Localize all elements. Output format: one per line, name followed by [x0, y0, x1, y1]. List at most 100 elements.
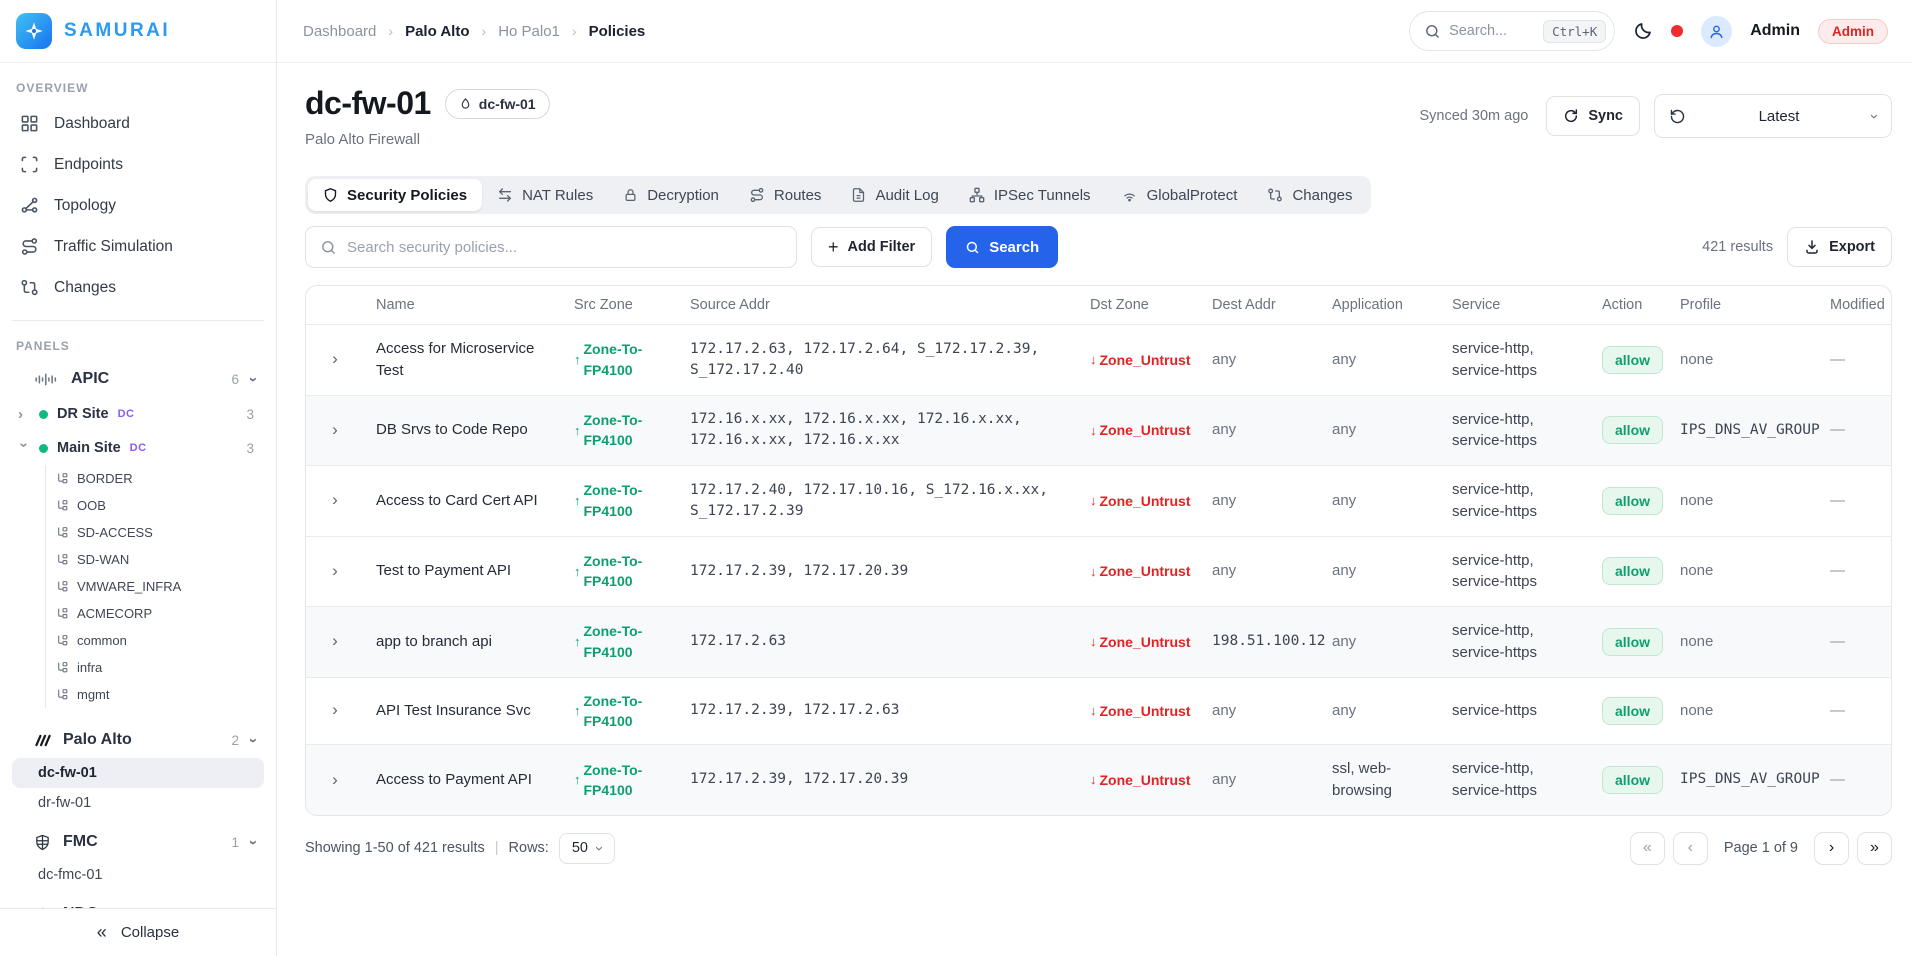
tab-nat-rules[interactable]: NAT Rules: [482, 179, 608, 211]
global-search[interactable]: Ctrl+K: [1409, 11, 1615, 51]
tab-security-policies[interactable]: Security Policies: [308, 179, 482, 211]
status-indicator-dot[interactable]: [1671, 25, 1683, 37]
policy-row: › DB Srvs to Code Repo ↑Zone-To-FP4100 1…: [306, 395, 1891, 466]
palo-alto-icon: [34, 733, 51, 748]
site-row-dr-site[interactable]: › DR Site DC 3: [12, 397, 264, 431]
dark-mode-toggle[interactable]: [1633, 21, 1653, 41]
first-page-button[interactable]: «: [1630, 832, 1665, 865]
last-page-button[interactable]: »: [1857, 832, 1892, 865]
tab-bar: Security Policies NAT Rules Decryption R…: [305, 176, 1371, 214]
tab-audit-log[interactable]: Audit Log: [836, 179, 953, 211]
breadcrumb-item[interactable]: Dashboard: [303, 23, 376, 40]
sidebar-collapse-button[interactable]: « Collapse: [0, 908, 276, 956]
tree-item-border[interactable]: BORDER: [56, 465, 264, 492]
sidebar-item-label: Traffic Simulation: [54, 238, 173, 256]
arrow-down-icon: ↓: [1090, 494, 1097, 507]
row-expand-icon[interactable]: ›: [332, 561, 338, 580]
row-expand-icon[interactable]: ›: [332, 631, 338, 650]
policies-table: Name Src Zone Source Addr Dst Zone Dest …: [305, 285, 1892, 816]
search-icon: [965, 240, 980, 255]
panel-ndo[interactable]: NDO 1 ›: [12, 896, 264, 908]
col-source-addr: Source Addr: [678, 286, 1078, 324]
site-row-main-site[interactable]: › Main Site DC 3: [12, 431, 264, 465]
service: service-http, service-https: [1440, 396, 1590, 466]
tree-item-sd-access[interactable]: SD-ACCESS: [56, 519, 264, 546]
brand-name: SAMURAI: [64, 20, 170, 42]
tab-globalprotect[interactable]: GlobalProtect: [1106, 179, 1253, 211]
sidebar-item-changes[interactable]: Changes: [12, 267, 264, 308]
git-compare-icon: [1267, 187, 1283, 203]
breadcrumb-item[interactable]: Palo Alto: [405, 23, 469, 40]
action-badge: allow: [1602, 416, 1663, 444]
policy-search-input[interactable]: [347, 239, 782, 256]
sidebar-item-label: Endpoints: [54, 156, 123, 174]
chevron-right-icon[interactable]: ›: [18, 407, 30, 422]
tree-item-oob[interactable]: OOB: [56, 492, 264, 519]
tree-item-label: infra: [77, 660, 102, 675]
panel-palo-alto[interactable]: Palo Alto 2 ›: [12, 722, 264, 758]
flame-icon: [459, 97, 472, 111]
rows-label: Rows:: [509, 840, 549, 856]
action-badge: allow: [1602, 557, 1663, 585]
tree-item-mgmt[interactable]: mgmt: [56, 681, 264, 708]
tree-item-label: mgmt: [77, 687, 110, 702]
tab-changes[interactable]: Changes: [1252, 179, 1367, 211]
row-expand-icon[interactable]: ›: [332, 770, 338, 789]
policy-search[interactable]: [305, 226, 797, 268]
policy-name: DB Srvs to Code Repo: [364, 406, 562, 454]
tree-item-acmecorp[interactable]: ACMECORP: [56, 600, 264, 627]
tab-routes[interactable]: Routes: [734, 179, 837, 211]
device-item-dc-fw-01[interactable]: dc-fw-01: [12, 758, 264, 788]
sidebar-item-dashboard[interactable]: Dashboard: [12, 103, 264, 144]
role-badge: Admin: [1818, 19, 1888, 44]
chevron-down-icon[interactable]: ›: [246, 738, 261, 743]
tree-item-label: SD-WAN: [77, 552, 129, 567]
next-page-button[interactable]: ›: [1814, 832, 1849, 865]
tree-item-label: common: [77, 633, 127, 648]
brand-logo[interactable]: [16, 13, 52, 49]
tree-item-vmware-infra[interactable]: VMWARE_INFRA: [56, 573, 264, 600]
pagination: « ‹ Page 1 of 9 › »: [1630, 832, 1892, 865]
prev-page-button[interactable]: ‹: [1673, 832, 1708, 865]
sidebar-item-topology[interactable]: Topology: [12, 185, 264, 226]
device-item-dr-fw-01[interactable]: dr-fw-01: [12, 788, 264, 818]
panel-fmc[interactable]: FMC 1 ›: [12, 824, 264, 860]
sidebar-item-endpoints[interactable]: Endpoints: [12, 144, 264, 185]
search-button[interactable]: Search: [946, 226, 1058, 268]
tree-item-common[interactable]: common: [56, 627, 264, 654]
version-select[interactable]: Latest ›: [1654, 94, 1892, 138]
global-search-input[interactable]: [1449, 23, 1535, 39]
tree-item-sd-wan[interactable]: SD-WAN: [56, 546, 264, 573]
row-expand-icon[interactable]: ›: [332, 700, 338, 719]
profile: IPS_DNS_AV_GROUP: [1668, 756, 1818, 803]
chevron-down-icon[interactable]: ›: [17, 442, 32, 454]
panel-apic[interactable]: APIC 6 ›: [12, 361, 264, 397]
add-filter-button[interactable]: + Add Filter: [811, 227, 932, 267]
dashboard-icon: [20, 114, 39, 133]
row-expand-icon[interactable]: ›: [332, 349, 338, 368]
site-count: 3: [246, 441, 254, 456]
device-item-dc-fmc-01[interactable]: dc-fmc-01: [12, 860, 264, 890]
rows-per-page-select[interactable]: 50 ›: [559, 833, 615, 864]
content: dc-fw-01 dc-fw-01 Palo Alto Firewall Syn…: [277, 63, 1912, 885]
col-dest-addr: Dest Addr: [1200, 286, 1320, 324]
tree-item-infra[interactable]: infra: [56, 654, 264, 681]
row-expand-icon[interactable]: ›: [332, 490, 338, 509]
export-button[interactable]: Export: [1787, 227, 1892, 267]
sync-button[interactable]: Sync: [1546, 96, 1640, 136]
chevron-down-icon[interactable]: ›: [246, 840, 261, 845]
src-zone: Zone-To-FP4100: [584, 480, 667, 521]
sidebar-item-traffic-simulation[interactable]: Traffic Simulation: [12, 226, 264, 267]
synced-status: Synced 30m ago: [1420, 108, 1529, 124]
user-avatar[interactable]: [1701, 16, 1732, 47]
src-zone: Zone-To-FP4100: [584, 760, 667, 801]
row-expand-icon[interactable]: ›: [332, 420, 338, 439]
chevron-down-icon[interactable]: ›: [246, 377, 261, 382]
tab-decryption[interactable]: Decryption: [608, 179, 734, 211]
breadcrumb: Dashboard › Palo Alto › Ho Palo1 › Polic…: [303, 23, 645, 40]
source-addr: 172.17.2.39, 172.17.20.39: [678, 548, 1078, 595]
topbar: Dashboard › Palo Alto › Ho Palo1 › Polic…: [277, 0, 1912, 63]
tab-ipsec-tunnels[interactable]: IPSec Tunnels: [954, 179, 1106, 211]
breadcrumb-item[interactable]: Ho Palo1: [498, 23, 560, 40]
breadcrumb-item[interactable]: Policies: [589, 23, 646, 40]
